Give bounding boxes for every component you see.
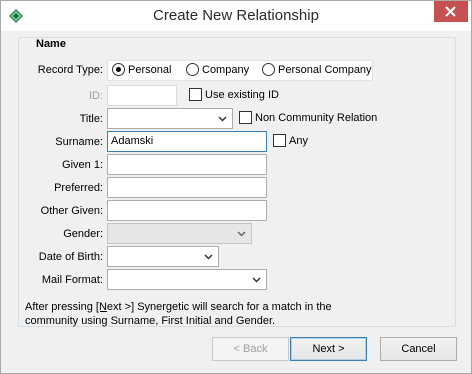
any-checkbox[interactable]: Any bbox=[273, 134, 308, 147]
chevron-down-icon bbox=[218, 116, 227, 122]
record-type-radio-group: Personal Company Personal Company bbox=[107, 60, 373, 81]
title-label: Title: bbox=[79, 113, 103, 125]
radio-personal[interactable]: Personal bbox=[112, 63, 171, 76]
group-title: Name bbox=[33, 38, 69, 51]
mail-format-label: Mail Format: bbox=[41, 274, 103, 286]
given1-label: Given 1: bbox=[62, 159, 103, 171]
chevron-down-icon bbox=[237, 231, 246, 237]
mail-format-combo[interactable] bbox=[107, 269, 267, 290]
radio-personal-label: Personal bbox=[128, 63, 172, 76]
gender-label: Gender: bbox=[63, 228, 103, 240]
any-box bbox=[273, 134, 286, 147]
id-input[interactable] bbox=[107, 85, 177, 106]
close-icon bbox=[445, 6, 456, 17]
info-text-before: After pressing bbox=[25, 301, 96, 313]
use-existing-id-box bbox=[189, 88, 202, 101]
info-text: After pressing [Next >] Synergetic will … bbox=[25, 300, 445, 328]
non-community-box bbox=[239, 111, 252, 124]
info-text-after: ext >] Synergetic will search for a matc… bbox=[106, 301, 332, 313]
radio-company-indicator bbox=[186, 63, 199, 76]
dob-label: Date of Birth: bbox=[38, 251, 103, 263]
radio-personal-company-indicator bbox=[262, 63, 275, 76]
preferred-label: Preferred: bbox=[54, 182, 103, 194]
cancel-button[interactable]: Cancel bbox=[380, 337, 457, 361]
radio-personal-indicator bbox=[112, 63, 125, 76]
radio-company-label: Company bbox=[202, 63, 250, 76]
title-combo[interactable] bbox=[107, 108, 233, 129]
chevron-down-icon bbox=[252, 277, 261, 283]
other-given-label: Other Given: bbox=[40, 205, 103, 217]
title-bar[interactable]: Create New Relationship bbox=[1, 1, 471, 31]
name-group: Name Record Type: Personal Company Perso… bbox=[18, 37, 456, 327]
dialog-window: Create New Relationship Name Record Type… bbox=[0, 0, 472, 374]
chevron-down-icon bbox=[204, 254, 213, 260]
window-title: Create New Relationship bbox=[153, 7, 319, 24]
dialog-content: Name Record Type: Personal Company Perso… bbox=[8, 31, 464, 367]
radio-personal-company-label: Personal Company bbox=[278, 63, 372, 76]
record-type-label: Record Type: bbox=[37, 64, 103, 76]
radio-personal-company[interactable]: Personal Company bbox=[262, 63, 372, 76]
radio-company[interactable]: Company bbox=[186, 63, 249, 76]
surname-label: Surname: bbox=[55, 136, 103, 148]
dob-combo[interactable] bbox=[107, 246, 219, 267]
close-button[interactable] bbox=[434, 1, 468, 22]
any-label: Any bbox=[289, 134, 308, 147]
info-text-hotkey: [N bbox=[95, 301, 107, 313]
use-existing-id-checkbox[interactable]: Use existing ID bbox=[189, 88, 279, 101]
non-community-checkbox[interactable]: Non Community Relation bbox=[239, 111, 377, 124]
non-community-label: Non Community Relation bbox=[255, 111, 378, 124]
gender-combo[interactable] bbox=[107, 223, 252, 244]
other-given-input[interactable] bbox=[107, 200, 267, 221]
back-button[interactable]: < Back bbox=[212, 337, 289, 361]
use-existing-id-label: Use existing ID bbox=[205, 88, 279, 101]
given1-input[interactable] bbox=[107, 154, 267, 175]
id-label: ID: bbox=[88, 90, 103, 102]
next-button[interactable]: Next > bbox=[290, 337, 367, 361]
surname-input[interactable]: Adamski bbox=[107, 131, 267, 152]
info-text-line2: community using Surname, First Initial a… bbox=[25, 315, 276, 327]
preferred-input[interactable] bbox=[107, 177, 267, 198]
